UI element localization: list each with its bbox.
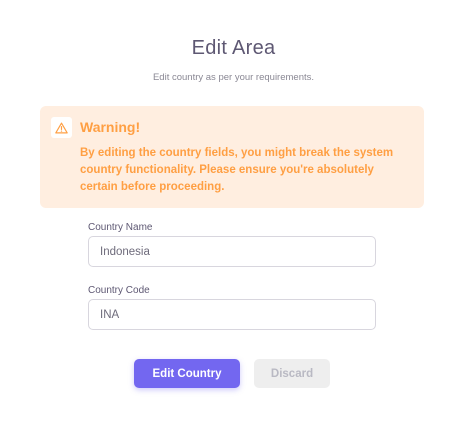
page-title: Edit Area [191,37,276,59]
alert-triangle-icon [51,117,72,138]
edit-country-button[interactable]: Edit Country [134,359,240,388]
country-code-input[interactable] [88,299,376,330]
country-code-label: Country Code [88,285,150,296]
country-name-input[interactable] [88,236,376,267]
discard-button[interactable]: Discard [254,359,330,388]
warning-message: By editing the country fields, you might… [80,147,394,193]
page-subtitle: Edit country as per your requirements. [152,72,315,83]
warning-alert: Warning! By editing the country fields, … [40,106,424,208]
country-name-label: Country Name [88,222,153,233]
warning-title: Warning! [80,119,141,135]
